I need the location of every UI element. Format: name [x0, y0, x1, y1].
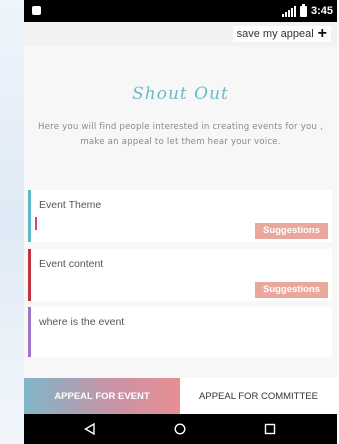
- top-bar: save my appeal +: [24, 22, 337, 46]
- home-circle-icon[interactable]: [160, 414, 200, 444]
- tab-appeal-for-event[interactable]: APPEAL FOR EVENT: [24, 378, 180, 414]
- phone-screen: 3:45 save my appeal + Shout Out Here you…: [24, 0, 337, 444]
- save-appeal-button[interactable]: save my appeal +: [232, 25, 331, 42]
- battery-icon: [299, 3, 307, 17]
- field-accent-bar: [28, 307, 31, 357]
- signal-icon: [281, 5, 296, 17]
- event-content-field[interactable]: Event content Suggestions: [28, 249, 332, 301]
- event-content-suggestions-button[interactable]: Suggestions: [255, 282, 328, 298]
- recents-square-icon[interactable]: [250, 414, 290, 444]
- event-theme-label: Event Theme: [39, 199, 102, 211]
- tab-appeal-for-committee[interactable]: APPEAL FOR COMMITTEE: [180, 378, 337, 414]
- event-content-label: Event content: [39, 258, 104, 270]
- field-accent-bar: [28, 190, 31, 242]
- notification-icon: [32, 6, 41, 15]
- navigation-bar: [24, 414, 337, 444]
- status-time: 3:45: [310, 5, 333, 17]
- background-left: [0, 0, 24, 444]
- field-accent-bar: [28, 249, 31, 301]
- back-triangle-icon[interactable]: [70, 414, 110, 444]
- save-appeal-label: save my appeal: [236, 28, 314, 40]
- event-location-label: where is the event: [39, 316, 125, 328]
- event-theme-field[interactable]: Event Theme Suggestions: [28, 190, 332, 242]
- appeal-tabs: APPEAL FOR EVENT APPEAL FOR COMMITTEE: [24, 378, 337, 414]
- app-logo: Shout Out: [132, 84, 229, 104]
- event-theme-suggestions-button[interactable]: Suggestions: [255, 223, 328, 239]
- intro-text: Here you will find people interested in …: [38, 122, 323, 147]
- text-cursor: [35, 217, 37, 230]
- event-location-field[interactable]: where is the event: [28, 307, 332, 357]
- status-right: 3:45: [281, 3, 333, 19]
- status-bar: 3:45: [24, 0, 337, 22]
- plus-icon: +: [317, 25, 327, 42]
